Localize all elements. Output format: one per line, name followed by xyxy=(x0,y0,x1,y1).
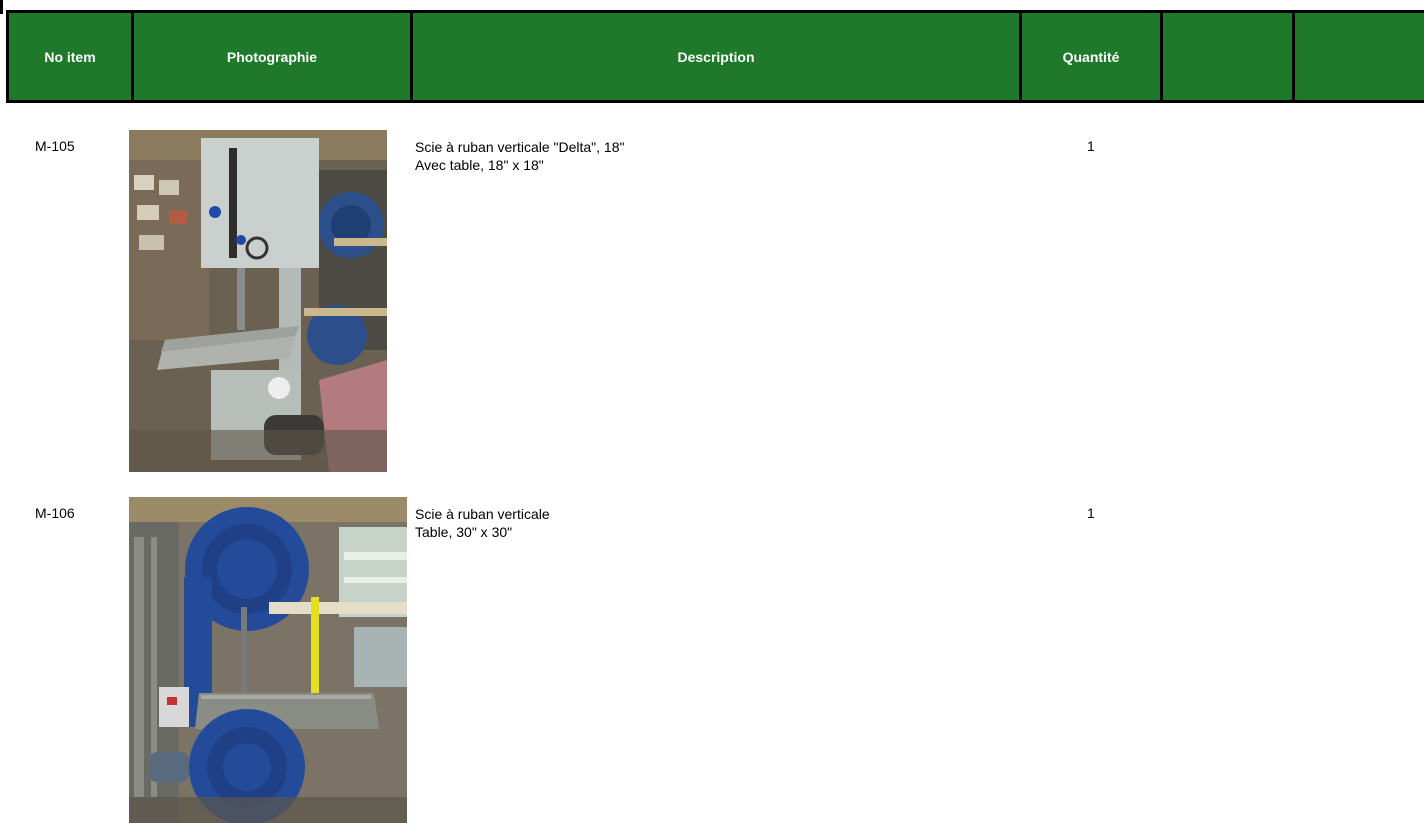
item-photo xyxy=(129,130,387,472)
table-row: M-105 Scie à ruban verticale "Delta", 18… xyxy=(0,130,1424,472)
description-line-1: Scie à ruban verticale xyxy=(415,506,550,522)
description-line-1: Scie à ruban verticale "Delta", 18" xyxy=(415,139,625,155)
header-quantity: Quantité xyxy=(1022,13,1163,100)
item-quantity: 1 xyxy=(1087,138,1095,154)
item-description: Scie à ruban verticale Table, 30" x 30" xyxy=(415,505,550,541)
header-photo: Photographie xyxy=(134,13,413,100)
item-photo xyxy=(129,497,407,823)
item-number: M-105 xyxy=(35,138,75,154)
description-line-2: Avec table, 18" x 18" xyxy=(415,157,544,173)
bandsaw-photo-icon xyxy=(129,497,407,823)
item-description: Scie à ruban verticale "Delta", 18" Avec… xyxy=(415,138,624,174)
table-header: No item Photographie Description Quantit… xyxy=(6,10,1424,103)
description-line-2: Table, 30" x 30" xyxy=(415,524,513,540)
bandsaw-photo-icon xyxy=(129,130,387,472)
table-row: M-106 Scie à ruban verticale Table, 30" … xyxy=(0,497,1424,823)
inventory-page: No item Photographie Description Quantit… xyxy=(0,0,1424,823)
item-quantity: 1 xyxy=(1087,505,1095,521)
header-item-number: No item xyxy=(9,13,134,100)
item-number: M-106 xyxy=(35,505,75,521)
header-description: Description xyxy=(413,13,1022,100)
header-empty-column-5 xyxy=(1163,13,1295,100)
header-empty-column-6 xyxy=(1295,13,1424,100)
